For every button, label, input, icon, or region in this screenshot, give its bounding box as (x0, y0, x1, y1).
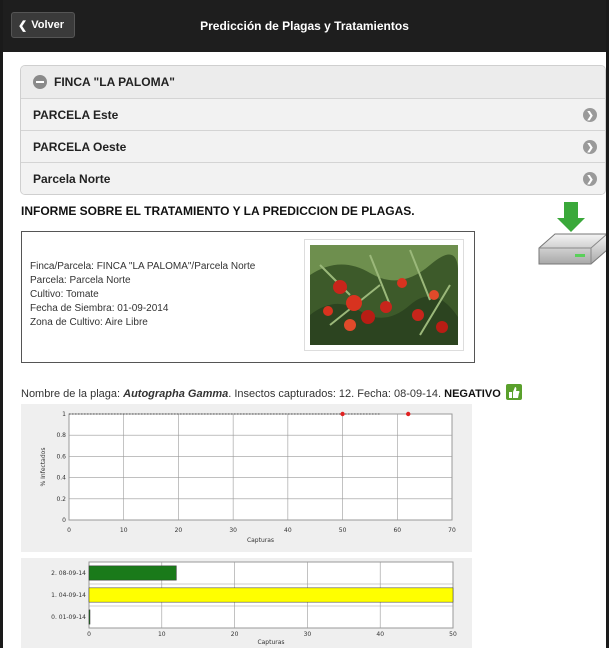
y-tick-label: 0.8 (56, 432, 66, 439)
plot-area (68, 413, 453, 521)
plaga-result: NEGATIVO (444, 388, 501, 400)
x-tick-label: 50 (449, 631, 457, 638)
finca-group-header[interactable]: FINCA "LA PALOMA" (21, 66, 605, 98)
y-tick-label: 0.6 (56, 453, 66, 460)
info-box: Finca/Parcela: FINCA "LA PALOMA"/Parcela… (21, 231, 475, 363)
x-tick-label: 40 (376, 631, 384, 638)
info-cultivo: Cultivo: Tomate (30, 289, 99, 300)
info-fecha-siembra: Fecha de Siembra: 01-09-2014 (30, 303, 169, 314)
x-tick-label: 0 (87, 631, 91, 638)
x-tick-label: 10 (120, 527, 128, 534)
info-zona-cultivo: Zona de Cultivo: Aire Libre (30, 317, 148, 328)
y-axis-label: % Infectados (40, 448, 47, 487)
header-bar: Predicción de Plagas y Tratamientos ❮ Vo… (3, 0, 606, 52)
data-point (340, 411, 345, 417)
plaga-details: . Insectos capturados: 12. Fecha: 08-09-… (228, 388, 445, 400)
category-label: 2. 08-09-14 (51, 570, 86, 577)
category-label: 0. 01-09-14 (51, 614, 86, 621)
x-tick-label: 60 (393, 527, 401, 534)
x-tick-label: 0 (67, 527, 71, 534)
data-point (406, 411, 411, 417)
x-tick-label: 10 (158, 631, 166, 638)
list-item-parcela-este[interactable]: PARCELA Este ❯ (21, 98, 605, 130)
scatter-chart: 0 10 20 30 40 50 60 70 0 0.2 0.4 0.6 0.8 1 Capturas % I… (21, 404, 472, 552)
x-axis-label: Capturas (257, 639, 284, 646)
thumbs-up-icon (505, 384, 522, 400)
bar (88, 587, 454, 603)
info-lines: Finca/Parcela: FINCA "LA PALOMA"/Parcela… (30, 260, 255, 330)
list-item-label: Parcela Norte (33, 171, 111, 186)
download-disk-icon[interactable] (533, 198, 609, 276)
plaga-summary: Nombre de la plaga: Autographa Gamma. In… (21, 384, 522, 400)
parcel-list: FINCA "LA PALOMA" PARCELA Este ❯ PARCELA… (20, 65, 606, 195)
list-item-label: PARCELA Oeste (33, 139, 127, 154)
finca-label: FINCA "LA PALOMA" (54, 75, 175, 89)
bar (88, 609, 91, 625)
chevron-right-icon: ❯ (583, 172, 597, 186)
plaga-name: Autographa Gamma (123, 388, 229, 400)
y-tick-label: 1 (62, 411, 66, 418)
y-tick-label: 0.2 (56, 496, 66, 503)
list-item-parcela-norte[interactable]: Parcela Norte ❯ (21, 162, 605, 194)
x-axis-label: Capturas (247, 537, 274, 544)
back-button[interactable]: ❮ Volver (11, 12, 75, 38)
x-tick-label: 30 (304, 631, 312, 638)
x-tick-label: 50 (339, 527, 347, 534)
x-tick-label: 30 (229, 527, 237, 534)
y-tick-label: 0.4 (56, 475, 66, 482)
app-frame: Predicción de Plagas y Tratamientos ❮ Vo… (0, 0, 609, 648)
back-button-label: Volver (31, 19, 65, 31)
x-tick-label: 70 (448, 527, 456, 534)
y-tick-label: 0 (62, 517, 66, 524)
bar-chart: 0 10 20 30 40 50 0. 01-09-14 1. 04-09-14 2. 08-0… (21, 558, 472, 648)
report-heading: INFORME SOBRE EL TRATAMIENTO Y LA PREDIC… (21, 204, 415, 218)
list-item-label: PARCELA Este (33, 107, 119, 122)
crop-photo (304, 239, 464, 351)
x-tick-label: 20 (175, 527, 183, 534)
chevron-left-icon: ❮ (18, 19, 28, 32)
list-item-parcela-oeste[interactable]: PARCELA Oeste ❯ (21, 130, 605, 162)
collapse-icon (33, 75, 47, 89)
plaga-prefix: Nombre de la plaga: (21, 388, 124, 400)
bar (88, 565, 177, 581)
x-tick-label: 20 (231, 631, 239, 638)
category-label: 1. 04-09-14 (51, 592, 86, 599)
page-title: Predicción de Plagas y Tratamientos (200, 19, 409, 33)
info-finca-parcela: Finca/Parcela: FINCA "LA PALOMA"/Parcela… (30, 261, 256, 272)
chevron-right-icon: ❯ (583, 108, 597, 122)
info-parcela: Parcela: Parcela Norte (30, 275, 131, 286)
x-tick-label: 40 (284, 527, 292, 534)
chevron-right-icon: ❯ (583, 140, 597, 154)
